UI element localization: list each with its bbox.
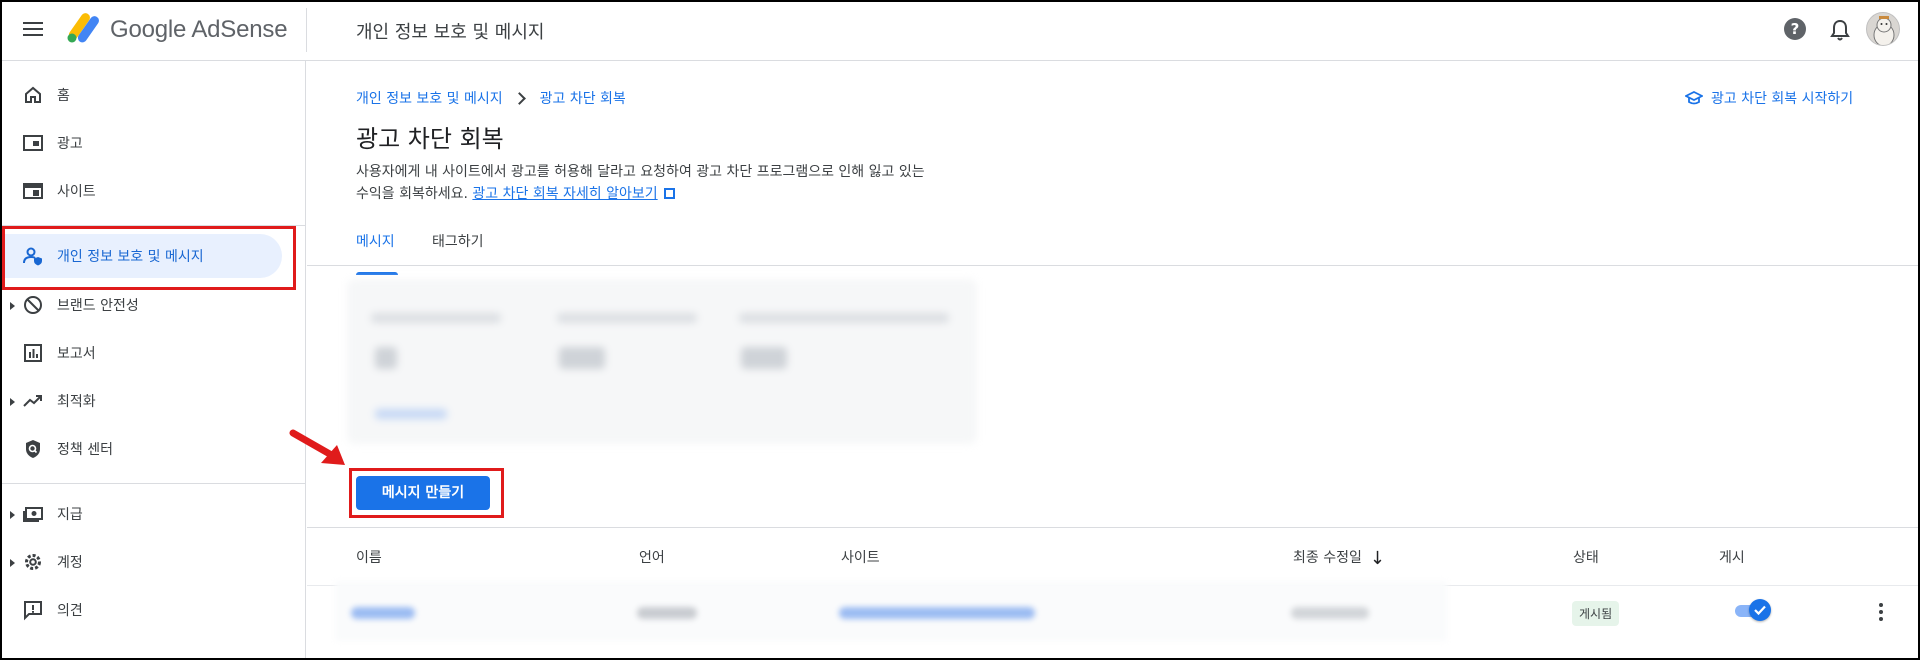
- description-text: 수익을 회복하세요.: [356, 186, 468, 202]
- blurred-stat-value: [741, 347, 787, 369]
- page-title: 광고 차단 회복: [356, 125, 504, 153]
- chevron-right-icon: [512, 91, 526, 105]
- sidebar-item-label: 브랜드 안전성: [57, 298, 139, 314]
- status-badge: 게시됨: [1572, 601, 1620, 626]
- column-header-last-modified[interactable]: 최종 수정일 ↓: [1293, 547, 1385, 569]
- sidebar-item-label: 사이트: [57, 184, 96, 200]
- blurred-stat-value: [375, 347, 397, 369]
- sidebar-item-policy-center[interactable]: 정책 센터: [0, 427, 290, 471]
- sites-icon: [23, 183, 43, 199]
- annotation-highlight-create-button: [349, 468, 504, 518]
- reports-icon: [24, 344, 42, 362]
- page-description: 사용자에게 내 사이트에서 광고를 허용해 달라고 요청하여 광고 차단 프로그…: [356, 161, 996, 205]
- adsense-logo-icon: [67, 13, 99, 43]
- start-ad-block-recovery-link[interactable]: 광고 차단 회복 시작하기: [1685, 88, 1853, 108]
- help-icon[interactable]: ?: [1784, 18, 1806, 40]
- blurred-stat-label: [371, 313, 501, 323]
- sidebar-item-label: 정책 센터: [57, 442, 113, 458]
- expand-caret-icon[interactable]: [10, 559, 15, 567]
- top-app-bar: Google AdSense 개인 정보 보호 및 메시지 ?: [0, 0, 1920, 61]
- feedback-icon: [24, 601, 42, 621]
- sidebar-divider: [0, 483, 306, 484]
- payments-icon: [23, 507, 43, 522]
- sidebar-item-label: 보고서: [57, 346, 96, 362]
- blurred-link: [375, 409, 447, 419]
- annotation-highlight-sidebar: [2, 226, 296, 290]
- tab-tagging[interactable]: 태그하기: [432, 231, 502, 275]
- arrow-down-sort-icon[interactable]: ↓: [1370, 548, 1385, 569]
- more-vert-icon[interactable]: [1877, 601, 1885, 623]
- description-line: 사용자에게 내 사이트에서 광고를 허용해 달라고 요청하여 광고 차단 프로그…: [356, 164, 925, 180]
- blurred-stat-label: [557, 313, 697, 323]
- notifications-bell-icon[interactable]: [1829, 18, 1851, 42]
- school-cap-icon: [1685, 91, 1703, 105]
- column-header-site[interactable]: 사이트: [841, 547, 880, 567]
- sidebar-item-ads[interactable]: 광고: [0, 121, 290, 165]
- breadcrumb-link-privacy[interactable]: 개인 정보 보호 및 메시지: [356, 88, 503, 108]
- tab-messages[interactable]: 메시지: [356, 231, 398, 275]
- policy-shield-icon: [26, 440, 40, 458]
- sidebar-item-label: 홈: [57, 88, 70, 104]
- expand-caret-icon[interactable]: [10, 398, 15, 406]
- breadcrumb-link-ad-block-recovery[interactable]: 광고 차단 회복: [540, 88, 626, 108]
- learn-more-link[interactable]: 광고 차단 회복 자세히 알아보기: [472, 186, 657, 202]
- publish-toggle[interactable]: [1735, 599, 1771, 621]
- sidebar-item-feedback[interactable]: 의견: [0, 588, 290, 632]
- column-header-name[interactable]: 이름: [356, 547, 382, 567]
- blurred-site-url[interactable]: [839, 607, 1035, 619]
- blurred-stat-label: [739, 313, 949, 323]
- header-divider: [306, 8, 307, 52]
- tab-divider: [307, 265, 1920, 266]
- sidebar-item-reports[interactable]: 보고서: [0, 331, 290, 375]
- avatar-cat-icon: [1873, 16, 1895, 45]
- sidebar-item-optimization[interactable]: 최적화: [0, 379, 290, 423]
- column-header-status[interactable]: 상태: [1573, 547, 1599, 567]
- block-icon: [24, 296, 42, 314]
- annotation-red-arrow-icon: [289, 429, 345, 465]
- sidebar-item-label: 의견: [57, 603, 83, 619]
- column-header-publish[interactable]: 게시: [1719, 547, 1745, 567]
- sidebar-item-payments[interactable]: 지급: [0, 492, 290, 536]
- expand-caret-icon[interactable]: [10, 302, 15, 310]
- sidebar-item-home[interactable]: 홈: [0, 73, 290, 117]
- sidebar-item-sites[interactable]: 사이트: [0, 169, 290, 213]
- blurred-stat-value: [559, 347, 605, 369]
- table-divider: [307, 527, 1920, 528]
- sidebar-item-account[interactable]: 계정: [0, 540, 290, 584]
- sidebar-item-label: 지급: [57, 507, 83, 523]
- main-content: 개인 정보 보호 및 메시지 광고 차단 회복 광고 차단 회복 시작하기 광고…: [307, 61, 1920, 660]
- sidebar-item-label: 계정: [57, 555, 83, 571]
- header-page-title: 개인 정보 보호 및 메시지: [356, 22, 545, 43]
- blurred-date: [1291, 607, 1369, 619]
- column-header-language[interactable]: 언어: [639, 547, 665, 567]
- description-line-2: 수익을 회복하세요. 광고 차단 회복 자세히 알아보기: [356, 183, 996, 205]
- sidebar-item-label: 최적화: [57, 394, 96, 410]
- product-name[interactable]: Google AdSense: [110, 16, 288, 44]
- user-avatar[interactable]: [1866, 12, 1900, 46]
- blurred-language: [637, 607, 697, 619]
- trending-up-icon: [23, 395, 42, 407]
- breadcrumb: 개인 정보 보호 및 메시지 광고 차단 회복: [356, 88, 626, 108]
- settings-gear-icon: [25, 554, 41, 570]
- expand-caret-icon[interactable]: [10, 511, 15, 519]
- open-in-new-icon: [663, 188, 675, 199]
- start-link-label: 광고 차단 회복 시작하기: [1711, 91, 1854, 107]
- sidebar-item-label: 광고: [57, 136, 83, 152]
- ads-icon: [23, 135, 43, 151]
- column-header-label: 최종 수정일: [1293, 550, 1362, 566]
- hamburger-menu-icon[interactable]: [20, 18, 46, 42]
- home-icon: [25, 86, 41, 103]
- blurred-message-name[interactable]: [351, 607, 415, 619]
- toggle-check-icon: [1749, 599, 1771, 621]
- sidebar-nav: 홈 광고 사이트 개인 정보 보호 및 메시지 브랜드 안전성 보고서 최적화 …: [0, 61, 306, 660]
- blurred-stats-card: [347, 279, 977, 444]
